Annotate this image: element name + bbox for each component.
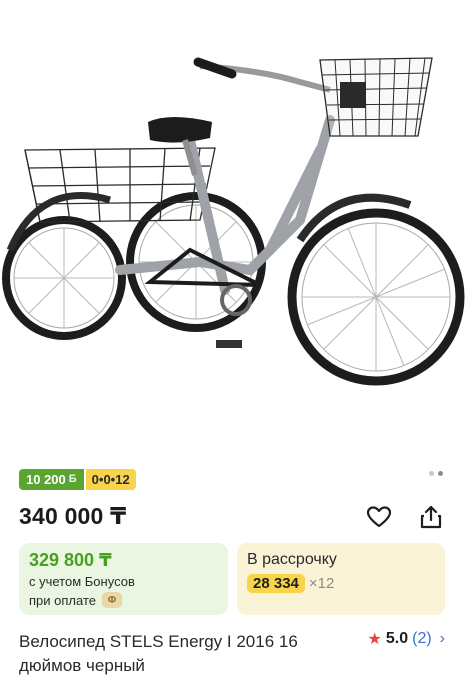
bonus-price: 329 800 ₸ [29,550,112,570]
bonus-line-1-text: с учетом Бонусов [29,574,135,589]
chevron-right-icon[interactable]: › [440,630,445,648]
installment-row: 28 334 ×12 [247,574,435,593]
bonus-badge: 10 200 Б [19,469,84,490]
star-icon: ★ [367,631,382,648]
product-actions [365,503,445,531]
installment-months: ×12 [308,575,335,592]
gallery-dot-active[interactable] [438,471,443,476]
review-count[interactable]: (2) [412,630,432,648]
bonus-currency-icon: Б [68,473,77,485]
gallery-pagination[interactable] [429,471,443,476]
price-badges: 10 200 Б 0•0•12 [19,469,136,490]
rating-score: 5.0 [385,630,409,647]
bonus-line-1: с учетом Бонусов [29,574,218,589]
share-button[interactable] [417,503,445,531]
product-image[interactable] [0,0,465,458]
share-icon [420,505,442,529]
installment-monthly: 28 334 [247,574,305,593]
heart-icon [366,506,392,528]
product-title: Велосипед STELS Energy I 2016 16 дюймов … [19,632,298,675]
bonus-price-card[interactable]: 329 800 ₸ с учетом Бонусов при оплате Ф [19,543,228,615]
gallery-dot[interactable] [429,471,434,476]
installment-badge: 0•0•12 [85,469,136,490]
bonus-line-2-text: при оплате [29,592,96,608]
bonus-badge-value: 10 200 [26,472,66,487]
installment-card[interactable]: В рассрочку 28 334 ×12 [237,543,445,615]
bicycle-illustration [2,57,465,386]
bonus-line-2: при оплате Ф [29,592,218,608]
bonus-coin-icon: Ф [101,592,122,608]
installment-title: В рассрочку [247,551,337,568]
product-rating[interactable]: ★ 5.0 (2) › [368,629,445,649]
product-price: 340 000 ₸ [19,503,127,529]
favorite-button[interactable] [365,503,393,531]
